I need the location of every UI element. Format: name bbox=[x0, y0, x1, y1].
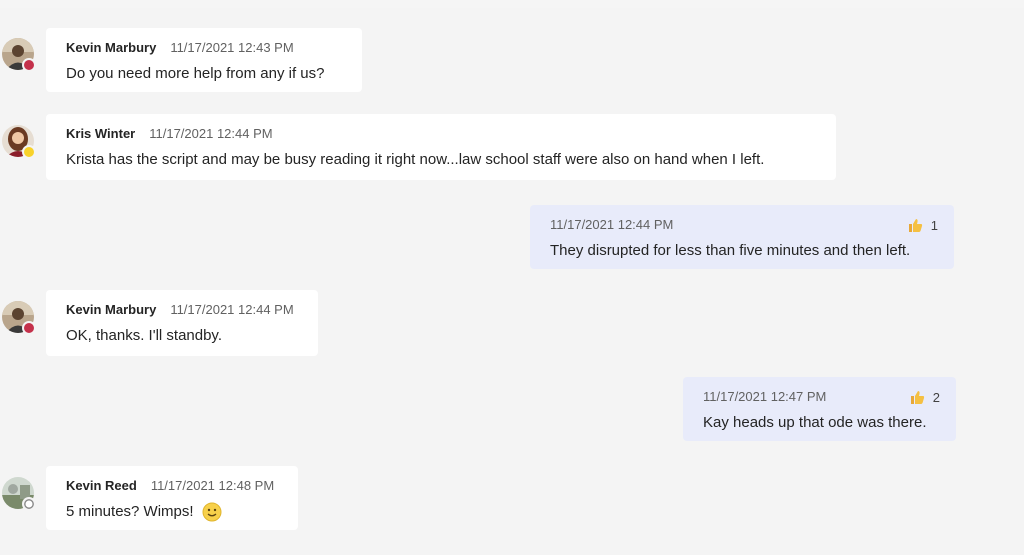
timestamp: 11/17/2021 12:48 PM bbox=[150, 478, 275, 493]
my-message-bubble[interactable]: 11/17/2021 12:44 PM They disrupted for l… bbox=[530, 205, 954, 269]
message-meta: Kevin Reed 11/17/2021 12:48 PM bbox=[66, 478, 282, 494]
message-text: Krista has the script and may be busy re… bbox=[66, 151, 765, 168]
author-name: Kris Winter bbox=[66, 126, 136, 141]
timestamp: 11/17/2021 12:44 PM bbox=[170, 302, 294, 317]
timestamp: 11/17/2021 12:47 PM bbox=[703, 389, 827, 404]
presence-away-icon bbox=[22, 145, 36, 159]
my-message-bubble[interactable]: 11/17/2021 12:47 PM Kay heads up that od… bbox=[683, 377, 956, 441]
avatar-kevin-marbury[interactable] bbox=[2, 301, 36, 335]
message-bubble[interactable]: Kris Winter 11/17/2021 12:44 PM Krista ha… bbox=[46, 114, 836, 180]
author-name: Kevin Reed bbox=[66, 478, 137, 493]
thumbs-up-icon bbox=[910, 391, 924, 404]
message-text: Kay heads up that ode was there. bbox=[703, 414, 927, 431]
message-bubble[interactable]: Kevin Reed 11/17/2021 12:48 PM 5 minutes?… bbox=[46, 466, 298, 530]
author-name: Kevin Marbury bbox=[66, 302, 157, 317]
reaction-count: 1 bbox=[930, 217, 938, 233]
reaction-badge[interactable]: 1 bbox=[907, 217, 938, 233]
message-bubble[interactable]: Kevin Marbury 11/17/2021 12:44 PM OK, tha… bbox=[46, 290, 318, 356]
message-text: Do you need more help from any if us? bbox=[66, 65, 325, 82]
presence-busy-icon bbox=[22, 321, 36, 335]
timestamp: 11/17/2021 12:44 PM bbox=[550, 217, 674, 232]
presence-offline-icon bbox=[22, 497, 36, 511]
timestamp: 11/17/2021 12:43 PM bbox=[170, 40, 294, 55]
message-text-row: 5 minutes? Wimps! bbox=[66, 502, 282, 522]
message-meta: Kris Winter 11/17/2021 12:44 PM bbox=[66, 126, 820, 142]
thumbs-up-icon bbox=[908, 219, 922, 232]
message-text: OK, thanks. I'll standby. bbox=[66, 327, 222, 344]
message-meta: Kevin Marbury 11/17/2021 12:43 PM bbox=[66, 40, 346, 56]
reaction-badge[interactable]: 2 bbox=[909, 389, 940, 405]
timestamp: 11/17/2021 12:44 PM bbox=[149, 126, 273, 141]
message-text: They disrupted for less than five minute… bbox=[550, 242, 911, 259]
avatar-kevin-marbury[interactable] bbox=[2, 38, 36, 72]
message-meta: Kevin Marbury 11/17/2021 12:44 PM bbox=[66, 302, 302, 318]
message-text: 5 minutes? Wimps! bbox=[66, 503, 194, 520]
avatar-kevin-reed[interactable] bbox=[2, 477, 36, 511]
author-name: Kevin Marbury bbox=[66, 40, 157, 55]
presence-busy-icon bbox=[22, 58, 36, 72]
reaction-count: 2 bbox=[932, 389, 940, 405]
message-meta: 11/17/2021 12:44 PM bbox=[550, 217, 938, 233]
avatar-kris-winter[interactable] bbox=[2, 125, 36, 159]
smile-emoji-icon bbox=[202, 502, 222, 522]
message-bubble[interactable]: Kevin Marbury 11/17/2021 12:43 PM Do you … bbox=[46, 28, 362, 92]
message-meta: 11/17/2021 12:47 PM bbox=[703, 389, 940, 405]
